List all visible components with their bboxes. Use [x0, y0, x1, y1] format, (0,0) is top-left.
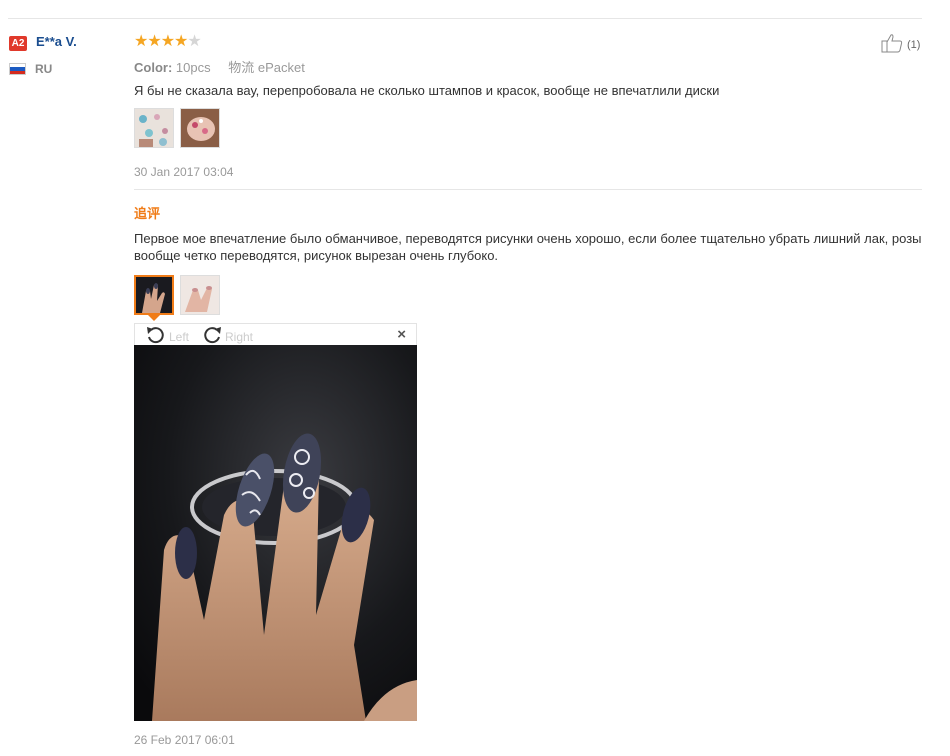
reviewer-country: RU: [35, 62, 53, 76]
followup-text: Первое мое впечатление было обманчивое, …: [134, 231, 922, 263]
star-empty-icon: ★: [187, 33, 201, 50]
followup-divider: [134, 189, 922, 190]
review-photo-thumbnail[interactable]: [134, 108, 174, 148]
star-rating: ★★★★★: [134, 33, 202, 50]
followup-photos: [134, 275, 220, 315]
followup-date: 26 Feb 2017 06:01: [134, 733, 235, 747]
followup-photo-thumbnail-selected[interactable]: [134, 275, 174, 315]
helpful-count: (1): [907, 38, 921, 51]
russia-flag-icon: [9, 63, 26, 75]
review-text: Я бы не сказала вау, перепробовала не ск…: [134, 83, 720, 98]
rotate-left-label: Left: [169, 329, 190, 344]
close-viewer-button[interactable]: ×: [397, 326, 406, 343]
reviewer-name: E**a V.: [36, 34, 77, 49]
selected-photo-indicator: [148, 315, 160, 321]
star-icon: ★: [160, 33, 175, 50]
helpful-button[interactable]: (1): [881, 33, 920, 56]
review-photo-thumbnail[interactable]: [180, 108, 220, 148]
review-photos: [134, 108, 220, 148]
followup-label: 追评: [134, 206, 161, 221]
photo-viewer-toolbar: Left Right ×: [134, 323, 417, 345]
star-icon: ★: [174, 33, 188, 50]
top-divider: [8, 18, 922, 19]
rotate-right-label: Right: [225, 329, 254, 344]
review-date: 30 Jan 2017 03:04: [134, 165, 234, 179]
product-meta: Color: 10pcs 物流 ePacket: [134, 57, 305, 76]
buyer-level-badge: A2: [9, 36, 27, 51]
followup-photo-thumbnail[interactable]: [180, 275, 220, 315]
color-value: 10pcs: [175, 60, 211, 75]
star-icon: ★: [147, 33, 161, 50]
nail-photo-image: [134, 345, 417, 721]
enlarged-review-photo: [134, 345, 417, 721]
star-icon: ★: [134, 33, 148, 50]
color-label: Color:: [134, 60, 173, 75]
thumbs-up-icon: [881, 33, 905, 56]
shipping-method: 物流 ePacket: [228, 60, 305, 75]
